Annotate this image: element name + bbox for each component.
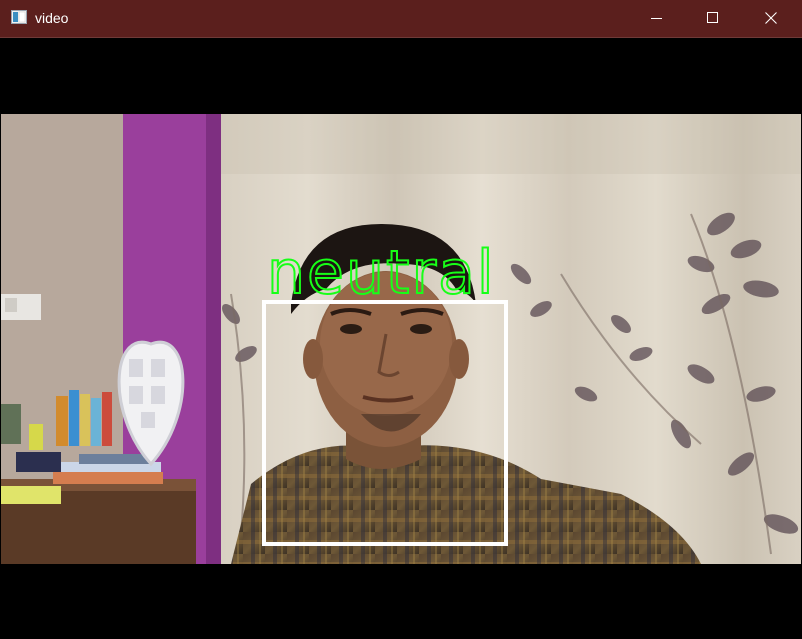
minimize-button[interactable]	[634, 0, 680, 37]
video-canvas: neutral	[1, 38, 801, 638]
title-bar[interactable]: video	[0, 0, 802, 38]
maximize-button[interactable]	[690, 0, 736, 37]
app-icon	[11, 10, 27, 24]
maximize-icon	[707, 12, 718, 23]
emotion-label: neutral	[266, 237, 496, 309]
app-window: video neutral	[0, 0, 802, 639]
window-title: video	[35, 10, 69, 26]
minimize-icon	[651, 18, 662, 19]
close-icon	[765, 12, 777, 24]
close-button[interactable]	[748, 0, 794, 37]
webcam-frame: neutral	[1, 114, 801, 564]
face-bounding-box	[262, 300, 508, 546]
